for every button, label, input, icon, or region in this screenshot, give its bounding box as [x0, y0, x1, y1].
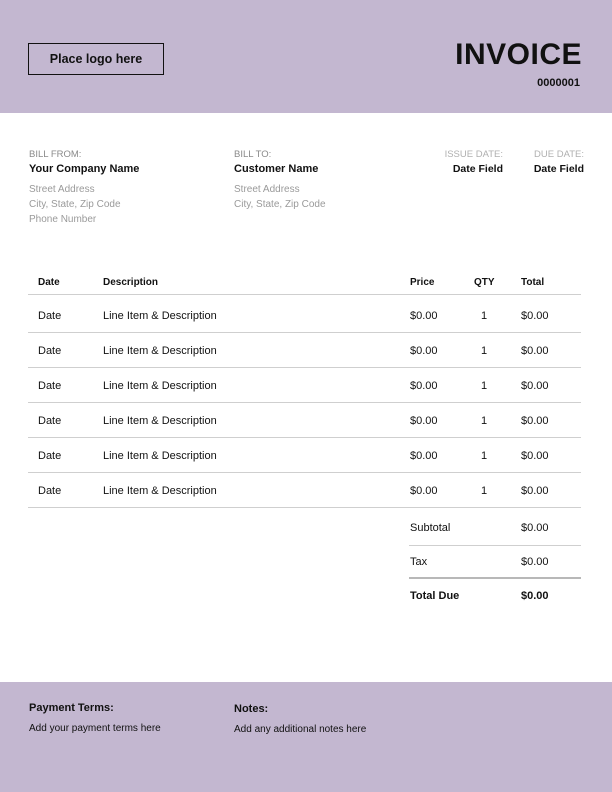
- notes-label: Notes:: [234, 703, 269, 715]
- company-city: City, State, Zip Code: [29, 199, 121, 210]
- row-qty: 1: [481, 415, 488, 427]
- row-date: Date: [38, 415, 62, 427]
- table-row: Date Line Item & Description $0.00 1 $0.…: [28, 332, 581, 368]
- col-price: Price: [410, 277, 435, 288]
- table-row: Date Line Item & Description $0.00 1 $0.…: [28, 367, 581, 403]
- row-description: Line Item & Description: [103, 380, 217, 392]
- row-description: Line Item & Description: [103, 485, 217, 497]
- row-description: Line Item & Description: [103, 415, 217, 427]
- due-date-label: DUE DATE:: [534, 149, 584, 160]
- total-due-label: Total Due: [410, 590, 460, 602]
- table-row: Date Line Item & Description $0.00 1 $0.…: [28, 297, 581, 333]
- table-row: Date Line Item & Description $0.00 1 $0.…: [28, 402, 581, 438]
- col-total: Total: [521, 277, 545, 288]
- payment-terms-label: Payment Terms:: [29, 702, 114, 714]
- row-total: $0.00: [521, 345, 549, 357]
- row-price: $0.00: [410, 415, 438, 427]
- row-price: $0.00: [410, 310, 438, 322]
- invoice-header: Place logo here INVOICE 0000001: [0, 0, 612, 113]
- row-qty: 1: [481, 345, 488, 357]
- row-description: Line Item & Description: [103, 310, 217, 322]
- col-date: Date: [38, 277, 60, 288]
- subtotal-value: $0.00: [521, 522, 549, 534]
- customer-city: City, State, Zip Code: [234, 199, 326, 210]
- company-name: Your Company Name: [29, 163, 140, 175]
- tax-divider: [409, 577, 581, 579]
- row-total: $0.00: [521, 450, 549, 462]
- notes-text: Add any additional notes here: [234, 724, 367, 735]
- issue-date-value: Date Field: [452, 163, 503, 175]
- table-row: Date Line Item & Description $0.00 1 $0.…: [28, 437, 581, 473]
- row-price: $0.00: [410, 450, 438, 462]
- invoice-title: INVOICE: [455, 38, 582, 71]
- col-description: Description: [103, 277, 159, 288]
- row-date: Date: [38, 485, 62, 497]
- company-street: Street Address: [29, 184, 95, 195]
- row-date: Date: [38, 450, 62, 462]
- row-price: $0.00: [410, 485, 438, 497]
- due-date-value: Date Field: [533, 163, 584, 175]
- company-phone: Phone Number: [29, 214, 97, 225]
- row-qty: 1: [481, 310, 488, 322]
- row-total: $0.00: [521, 485, 549, 497]
- row-total: $0.00: [521, 380, 549, 392]
- tax-label: Tax: [410, 556, 428, 568]
- row-date: Date: [38, 310, 62, 322]
- bill-from-label: BILL FROM:: [29, 149, 82, 160]
- row-description: Line Item & Description: [103, 345, 217, 357]
- subtotal-divider: [409, 545, 581, 546]
- customer-name: Customer Name: [234, 163, 319, 175]
- table-header-divider: [28, 294, 581, 295]
- invoice-footer: Payment Terms: Add your payment terms he…: [0, 682, 612, 792]
- payment-terms-text: Add your payment terms here: [29, 723, 161, 734]
- row-description: Line Item & Description: [103, 450, 217, 462]
- row-date: Date: [38, 345, 62, 357]
- customer-street: Street Address: [234, 184, 300, 195]
- table-row: Date Line Item & Description $0.00 1 $0.…: [28, 472, 581, 508]
- subtotal-label: Subtotal: [410, 522, 451, 534]
- row-price: $0.00: [410, 380, 438, 392]
- row-date: Date: [38, 380, 62, 392]
- row-qty: 1: [481, 450, 488, 462]
- logo-placeholder[interactable]: Place logo here: [28, 43, 164, 75]
- tax-value: $0.00: [521, 556, 549, 568]
- row-qty: 1: [481, 380, 488, 392]
- issue-date-label: ISSUE DATE:: [444, 149, 503, 160]
- invoice-number: 0000001: [537, 77, 580, 89]
- row-price: $0.00: [410, 345, 438, 357]
- total-due-value: $0.00: [521, 590, 549, 602]
- col-qty: QTY: [474, 277, 495, 288]
- bill-to-label: BILL TO:: [234, 149, 272, 160]
- row-total: $0.00: [521, 310, 549, 322]
- row-total: $0.00: [521, 415, 549, 427]
- row-qty: 1: [481, 485, 488, 497]
